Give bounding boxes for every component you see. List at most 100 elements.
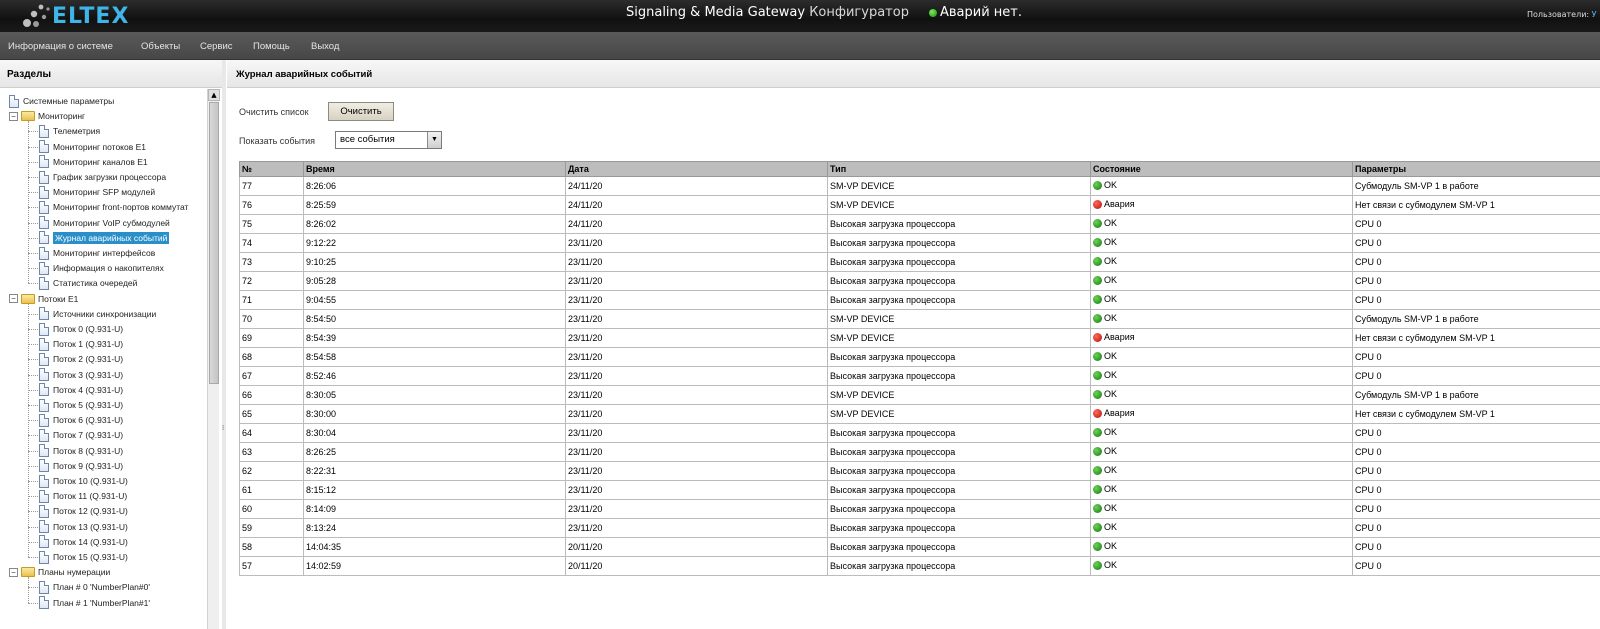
cell-time: 8:15:12 — [303, 480, 566, 500]
tree-item[interactable]: План # 0 'NumberPlan#0' — [39, 580, 150, 594]
tree-item[interactable]: Поток 9 (Q.931-U) — [39, 459, 123, 473]
tree-item[interactable]: План # 1 'NumberPlan#1' — [39, 596, 150, 610]
tree-item[interactable]: − Мониторинг — [9, 109, 85, 123]
collapse-icon[interactable]: − — [9, 111, 18, 121]
table-row[interactable]: 68 8:54:58 23/11/20 Высокая загрузка процес… — [239, 347, 1600, 367]
panel-splitter[interactable]: ⁞ — [222, 60, 226, 629]
tree-item[interactable]: − Планы нумерации — [9, 565, 110, 579]
tree-item[interactable]: Статистика очередей — [39, 276, 137, 290]
status-text: OK — [1104, 503, 1118, 514]
table-row[interactable]: 71 9:04:55 23/11/20 Высокая загрузка процес… — [239, 290, 1600, 310]
tree-item[interactable]: Источники синхронизации — [39, 307, 156, 321]
tree-item[interactable]: Поток 0 (Q.931-U) — [39, 322, 123, 336]
table-row[interactable]: 74 9:12:22 23/11/20 Высокая загрузка процес… — [239, 233, 1600, 253]
table-row[interactable]: 63 8:26:25 23/11/20 Высокая загрузка процес… — [239, 442, 1600, 462]
table-row[interactable]: 69 8:54:39 23/11/20 SM-VP DEVICE Авария Нет с… — [239, 328, 1600, 348]
ok-status-icon — [1093, 256, 1102, 266]
menu-exit[interactable]: Выход — [311, 41, 339, 52]
table-row[interactable]: 76 8:25:59 24/11/20 SM-VP DEVICE Авария Нет с… — [239, 195, 1600, 215]
events-filter-value: все события — [340, 134, 395, 145]
status-badge: OK — [1093, 237, 1117, 247]
tree-item[interactable]: Поток 2 (Q.931-U) — [39, 352, 123, 366]
table-row[interactable]: 73 9:10:25 23/11/20 Высокая загрузка процес… — [239, 252, 1600, 272]
chevron-down-icon[interactable]: ▼ — [427, 132, 441, 148]
events-filter-select[interactable]: все события ▼ — [335, 131, 442, 149]
users-label: Пользователи: — [1527, 10, 1590, 19]
tree-item[interactable]: Поток 3 (Q.931-U) — [39, 368, 123, 382]
table-row[interactable]: 65 8:30:00 23/11/20 SM-VP DEVICE Авария Нет с… — [239, 404, 1600, 424]
sections-tree: Системные параметры − Мониторинг Телеметрия… — [0, 89, 209, 629]
table-row[interactable]: 75 8:26:02 24/11/20 Высокая загрузка процес… — [239, 214, 1600, 234]
tree-item[interactable]: Мониторинг VoIP субмодулей — [39, 216, 170, 230]
tree-item[interactable]: Поток 15 (Q.931-U) — [39, 550, 128, 564]
users-link[interactable]: У — [1592, 10, 1597, 19]
menu-service[interactable]: Сервис — [200, 41, 233, 52]
tree-item[interactable]: Поток 11 (Q.931-U) — [39, 489, 127, 503]
table-row[interactable]: 64 8:30:04 23/11/20 Высокая загрузка процес… — [239, 423, 1600, 443]
cell-date: 24/11/20 — [565, 195, 828, 215]
tree-item[interactable]: Мониторинг каналов E1 — [39, 155, 148, 169]
cell-time: 8:30:00 — [303, 404, 566, 424]
tree-item[interactable]: Информация о накопителях — [39, 261, 164, 275]
cell-type: Высокая загрузка процессора — [827, 366, 1091, 386]
cell-number: 61 — [239, 480, 304, 500]
collapse-icon[interactable]: − — [9, 567, 18, 577]
table-row[interactable]: 60 8:14:09 23/11/20 Высокая загрузка процес… — [239, 499, 1600, 519]
table-row[interactable]: 62 8:22:31 23/11/20 Высокая загрузка процес… — [239, 461, 1600, 481]
ok-status-icon — [1093, 218, 1102, 228]
splitter-grip-icon[interactable]: ⁞ — [222, 424, 226, 432]
cell-type: SM-VP DEVICE — [827, 385, 1091, 405]
tree-item[interactable]: График загрузки процессора — [39, 170, 166, 184]
tree-item[interactable]: Поток 6 (Q.931-U) — [39, 413, 123, 427]
tree-item[interactable]: − Потоки E1 — [9, 292, 78, 306]
table-row[interactable]: 59 8:13:24 23/11/20 Высокая загрузка процес… — [239, 518, 1600, 538]
col-date[interactable]: Дата — [565, 161, 828, 177]
col-time[interactable]: Время — [303, 161, 566, 177]
tree-item[interactable]: Поток 4 (Q.931-U) — [39, 383, 123, 397]
menu-objects[interactable]: Объекты — [141, 41, 180, 52]
tree-scrollbar[interactable]: ▲ — [207, 89, 220, 629]
table-row[interactable]: 66 8:30:05 23/11/20 SM-VP DEVICE OK Субмодуль… — [239, 385, 1600, 405]
tree-item[interactable]: Поток 14 (Q.931-U) — [39, 535, 128, 549]
tree-item[interactable]: Системные параметры — [9, 94, 114, 108]
tree-item[interactable]: Поток 10 (Q.931-U) — [39, 474, 128, 488]
tree-item[interactable]: Поток 13 (Q.931-U) — [39, 520, 128, 534]
col-params[interactable]: Параметры — [1352, 161, 1600, 177]
menu-help[interactable]: Помощь — [253, 41, 290, 52]
document-icon — [39, 474, 49, 488]
cell-date: 23/11/20 — [565, 366, 828, 386]
tree-item[interactable]: Телеметрия — [39, 124, 100, 138]
table-row[interactable]: 57 14:02:59 20/11/20 Высокая загрузка проце… — [239, 556, 1600, 576]
table-row[interactable]: 72 9:05:28 23/11/20 Высокая загрузка процес… — [239, 271, 1600, 291]
tree-item[interactable]: Мониторинг потоков E1 — [39, 140, 146, 154]
collapse-icon[interactable]: − — [9, 294, 18, 304]
cell-time: 8:26:02 — [303, 214, 566, 234]
clear-button[interactable]: Очистить — [328, 102, 394, 121]
scrollbar-thumb[interactable] — [209, 102, 219, 384]
scroll-up-icon[interactable]: ▲ — [208, 89, 220, 101]
tree-item[interactable]: Поток 1 (Q.931-U) — [39, 337, 123, 351]
tree-item[interactable]: Мониторинг SFP модулей — [39, 185, 155, 199]
table-row[interactable]: 67 8:52:46 23/11/20 Высокая загрузка процес… — [239, 366, 1600, 386]
status-text: OK — [1104, 313, 1118, 324]
menu-system-info[interactable]: Информация о системе — [8, 41, 113, 52]
col-number[interactable]: № — [239, 161, 304, 177]
tree-item[interactable]: Мониторинг front-портов коммутат — [39, 200, 188, 214]
col-state[interactable]: Состояние — [1090, 161, 1353, 177]
tree-item[interactable]: Поток 5 (Q.931-U) — [39, 398, 123, 412]
table-row[interactable]: 70 8:54:50 23/11/20 SM-VP DEVICE OK Субмодуль… — [239, 309, 1600, 329]
tree-item[interactable]: Мониторинг интерфейсов — [39, 246, 155, 260]
col-type[interactable]: Тип — [827, 161, 1091, 177]
tree-item[interactable]: Журнал аварийных событий — [39, 231, 170, 245]
tree-item[interactable]: Поток 7 (Q.931-U) — [39, 428, 123, 442]
document-icon — [39, 489, 49, 503]
show-events-label: Показать события — [239, 136, 316, 146]
tree-item[interactable]: Поток 8 (Q.931-U) — [39, 444, 123, 458]
folder-icon — [21, 293, 35, 304]
table-row[interactable]: 77 8:26:06 24/11/20 SM-VP DEVICE OK Субмодуль… — [239, 176, 1600, 196]
table-row[interactable]: 61 8:15:12 23/11/20 Высокая загрузка процес… — [239, 480, 1600, 500]
table-row[interactable]: 58 14:04:35 20/11/20 Высокая загрузка проце… — [239, 537, 1600, 557]
tree-connector — [28, 496, 38, 498]
tree-item[interactable]: Поток 12 (Q.931-U) — [39, 504, 128, 518]
cell-params: CPU 0 — [1352, 271, 1600, 291]
